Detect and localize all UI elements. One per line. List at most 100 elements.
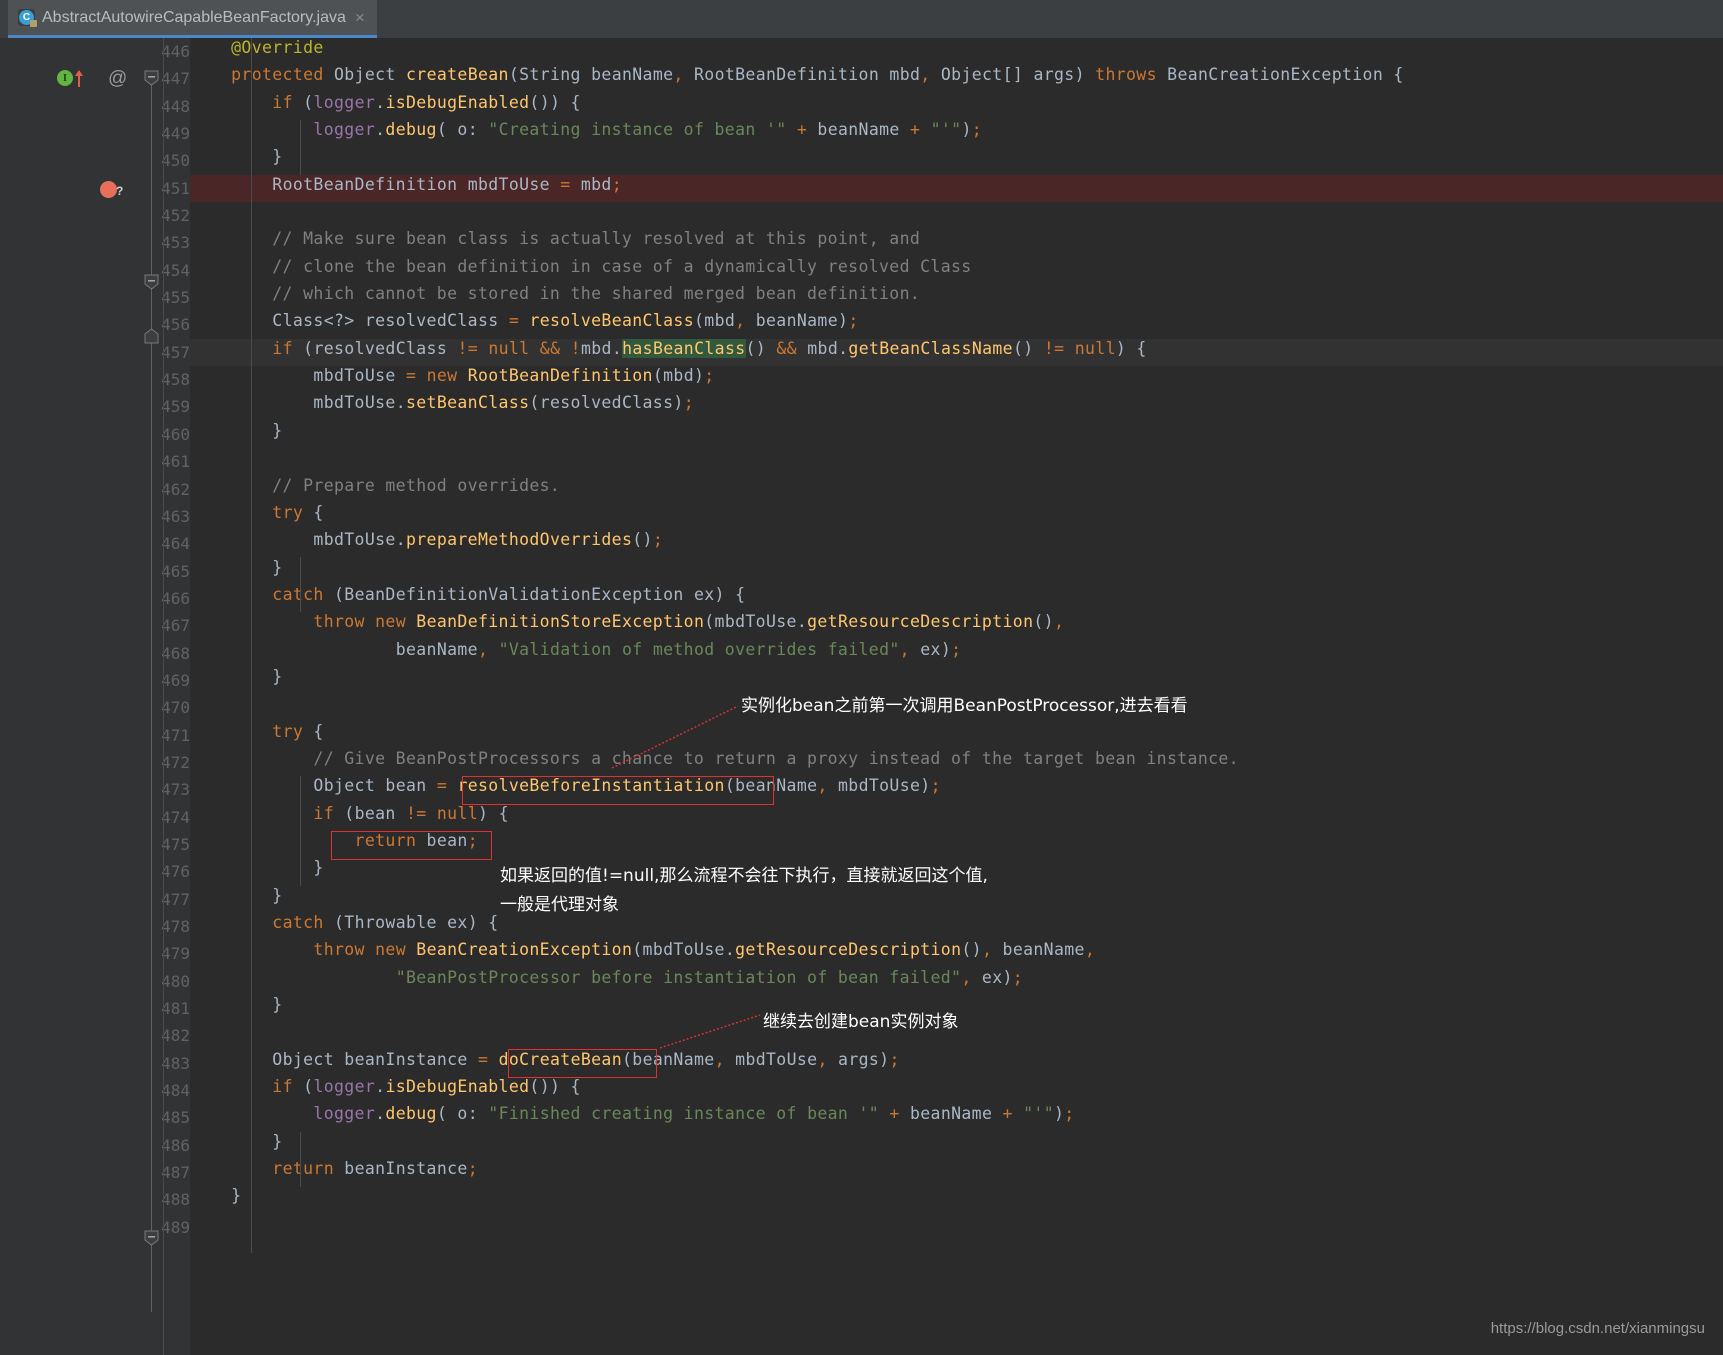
code-row[interactable]: } [190,147,1723,174]
code-row[interactable]: } [190,421,1723,448]
code-text: Object beanInstance = doCreateBean(beanN… [272,1049,900,1069]
code-row[interactable]: } [190,858,1723,885]
code-row[interactable]: throw new BeanDefinitionStoreException(m… [190,612,1723,639]
gutter-line-466: 466 [0,585,190,612]
fold-minus-icon[interactable] [144,274,159,290]
gutter-line-480: 480 [0,968,190,995]
code-text: RootBeanDefinition mbdToUse = mbd; [272,174,623,194]
gutter-line-485: 485 [0,1104,190,1131]
code-text: throw new BeanDefinitionStoreException(m… [313,612,1065,632]
editor-tab-bar: C AbstractAutowireCapableBeanFactory.jav… [0,0,1723,38]
code-text: mbdToUse = new RootBeanDefinition(mbd); [313,366,715,386]
code-text: // Prepare method overrides. [190,475,561,495]
editor-tab-abstract-autowire[interactable]: C AbstractAutowireCapableBeanFactory.jav… [8,0,377,38]
gutter-line-477: 477 [0,886,190,913]
line-number: 478 [161,917,190,936]
code-row[interactable]: logger.debug( o: "Finished creating inst… [190,1104,1723,1131]
code-row[interactable]: beanName, "Validation of method override… [190,640,1723,667]
gutter-line-467: 467 [0,612,190,639]
code-row[interactable]: } [190,886,1723,913]
code-row[interactable]: catch (Throwable ex) { [190,913,1723,940]
code-row[interactable]: return beanInstance; [190,1159,1723,1186]
gutter-line-461: 461 [0,448,190,475]
line-number: 455 [161,288,190,308]
code-row[interactable] [190,1214,1723,1241]
code-row[interactable]: return bean; [190,831,1723,858]
code-row[interactable]: throw new BeanCreationException(mbdToUse… [190,940,1723,967]
fold-minus-icon[interactable] [144,70,159,86]
code-row[interactable]: protected Object createBean(String beanN… [190,65,1723,92]
gutter-line-482: 482 [0,1022,190,1049]
code-row[interactable]: // Give BeanPostProcessors a chance to r… [190,749,1723,776]
code-row[interactable]: mbdToUse.setBeanClass(resolvedClass); [190,393,1723,420]
code-text: // Make sure bean class is actually reso… [190,229,921,249]
code-text: if (logger.isDebugEnabled()) { [272,92,581,112]
code-row[interactable]: RootBeanDefinition mbdToUse = mbd; [190,174,1723,203]
code-row[interactable]: } [190,558,1723,585]
override-arrow-icon[interactable] [74,68,84,88]
line-number: 456 [161,315,190,335]
gutter-line-448: 448 [0,93,190,120]
fold-minus-icon[interactable] [144,1230,159,1246]
fold-up-icon[interactable] [144,328,159,344]
gutter-line-456: 456 [0,311,190,338]
code-row[interactable]: mbdToUse = new RootBeanDefinition(mbd); [190,366,1723,393]
indent-guide [300,776,301,886]
code-row[interactable]: if (logger.isDebugEnabled()) { [190,93,1723,120]
code-row[interactable]: catch (BeanDefinitionValidationException… [190,585,1723,612]
code-row[interactable]: if (resolvedClass != null && !mbd.hasBea… [190,338,1723,367]
gutter-line-474: 474 [0,804,190,831]
line-number: 451 [161,178,190,198]
code-row[interactable]: // Make sure bean class is actually reso… [190,229,1723,256]
code-row[interactable]: mbdToUse.prepareMethodOverrides(); [190,530,1723,557]
code-row[interactable]: if (bean != null) { [190,804,1723,831]
code-row[interactable]: } [190,1132,1723,1159]
line-number: 458 [161,370,190,390]
gutter-line-465: 465 [0,558,190,585]
code-text: catch (BeanDefinitionValidationException… [272,584,746,604]
code-row[interactable]: Object beanInstance = doCreateBean(beanN… [190,1050,1723,1077]
line-number: 487 [161,1163,190,1183]
code-row[interactable]: try { [190,503,1723,530]
code-row[interactable] [190,202,1723,229]
editor-tab-label: AbstractAutowireCapableBeanFactory.java [42,8,346,26]
code-text: } [190,666,283,686]
code-row[interactable]: // Prepare method overrides. [190,476,1723,503]
gutter-line-463: 463 [0,503,190,530]
code-row[interactable] [190,448,1723,475]
code-text: } [190,885,283,905]
code-text: mbdToUse.setBeanClass(resolvedClass); [313,393,694,413]
editor-gutter[interactable]: 446 447 448 449 450 451 452 453 454 455 456 457 458 4… [0,38,190,1355]
gutter-line-483: 483 [0,1050,190,1077]
close-icon[interactable]: × [353,9,367,26]
code-row[interactable] [190,694,1723,721]
code-text: // clone the bean definition in case of … [190,256,972,276]
code-row[interactable]: "BeanPostProcessor before instantiation … [190,968,1723,995]
line-number: 470 [161,698,190,718]
code-editor[interactable]: 446 447 448 449 450 451 452 453 454 455 456 457 458 4… [0,38,1723,1355]
line-number: 453 [161,233,190,253]
code-row[interactable]: if (logger.isDebugEnabled()) { [190,1077,1723,1104]
line-number: 473 [161,780,190,800]
code-row[interactable]: Object bean = resolveBeforeInstantiation… [190,776,1723,803]
gutter-line-460: 460 [0,421,190,448]
code-row[interactable]: } [190,667,1723,694]
code-row[interactable]: } [190,1186,1723,1213]
line-number: 466 [161,588,190,608]
code-row[interactable]: try { [190,722,1723,749]
code-row[interactable]: @Override [190,38,1723,65]
gutter-line-469: 469 [0,667,190,694]
line-number: 447 [161,69,190,89]
code-row[interactable] [190,1022,1723,1049]
code-row[interactable]: // clone the bean definition in case of … [190,257,1723,284]
code-row[interactable]: logger.debug( o: "Creating instance of b… [190,120,1723,147]
code-text: Object bean = resolveBeforeInstantiation… [313,776,941,796]
line-number: 483 [161,1053,190,1073]
code-row[interactable]: // which cannot be stored in the shared … [190,284,1723,311]
breakpoint-icon[interactable] [100,180,117,198]
line-number: 485 [161,1108,190,1128]
code-text: logger.debug( o: "Creating instance of b… [313,120,983,140]
code-row[interactable]: } [190,995,1723,1022]
code-content[interactable]: @Override protected Object createBean(St… [190,38,1723,1355]
code-row[interactable]: Class<?> resolvedClass = resolveBeanClas… [190,311,1723,338]
